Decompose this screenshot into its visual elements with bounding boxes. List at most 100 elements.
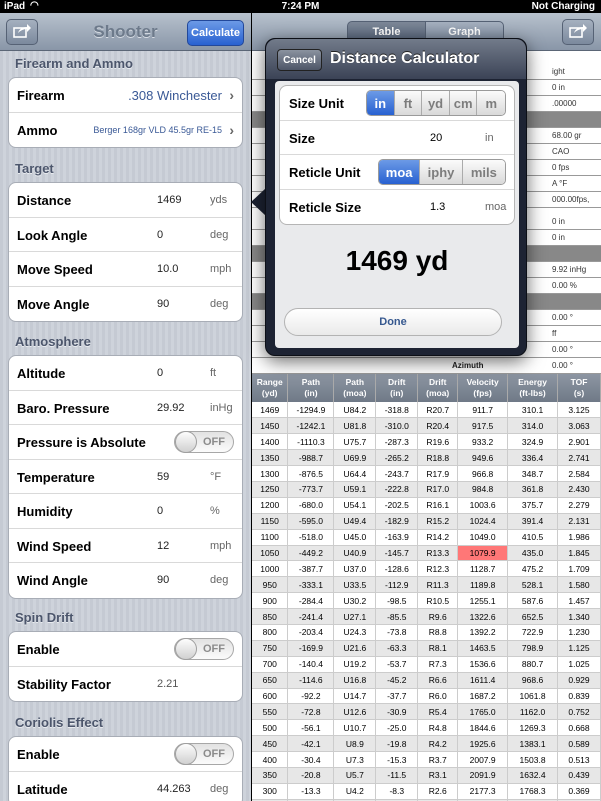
pressure-field[interactable]: 29.92: [157, 402, 185, 414]
table-cell: 1079.9: [457, 545, 509, 562]
absolute-pressure-toggle[interactable]: OFF: [174, 431, 234, 453]
table-row: 900 -284.4 U30.2 -98.5 R10.5 1255.1 587.6 1.457: [252, 592, 601, 610]
table-cell: -1110.3: [287, 433, 335, 451]
summary-value: 0 in: [552, 217, 565, 226]
table-cell: 1768.3: [507, 783, 559, 800]
export-button[interactable]: [562, 19, 594, 45]
look-angle-field[interactable]: 0: [157, 229, 163, 241]
ammo-row[interactable]: Ammo Berger 168gr VLD 45.5gr RE-15 ›: [9, 113, 242, 148]
cancel-button[interactable]: Cancel: [277, 49, 322, 71]
table-cell: R6.0: [417, 688, 459, 705]
spin-drift-toggle[interactable]: OFF: [174, 638, 234, 660]
move-angle-field[interactable]: 90: [157, 298, 169, 310]
left-nav-bar: Shooter Calculate: [0, 13, 251, 51]
section-coriolis-title: Coriolis Effect: [15, 715, 104, 730]
table-cell: -85.5: [375, 608, 419, 625]
table-cell: 2.741: [557, 449, 601, 467]
popover-body: Size Unit in ft yd cm m Size 20 in Retic…: [275, 81, 519, 348]
header-unit: (in): [304, 388, 318, 398]
table-cell: -53.7: [375, 656, 419, 673]
status-bar: iPad ◠ 7:24 PM Not Charging: [0, 0, 601, 13]
distance-result: 1469 yd: [345, 245, 449, 276]
table-cell: 1189.8: [457, 576, 509, 594]
size-field[interactable]: 20: [430, 132, 442, 144]
table-cell: 0.589: [557, 735, 601, 753]
reticle-unit-moa[interactable]: moa: [379, 160, 421, 184]
move-angle-row[interactable]: Move Angle 90 deg: [9, 287, 242, 322]
table-cell: 400: [252, 751, 289, 768]
temperature-field[interactable]: 59: [157, 471, 169, 483]
done-button[interactable]: Done: [284, 308, 502, 336]
table-cell: -42.1: [287, 735, 335, 753]
altitude-field[interactable]: 0: [157, 367, 163, 379]
table-row: 750 -169.9 U21.6 -63.3 R8.1 1463.5 798.9 1.125: [252, 640, 601, 657]
size-unit-cm[interactable]: cm: [449, 91, 478, 115]
look-angle-row[interactable]: Look Angle 0 deg: [9, 218, 242, 252]
reticle-unit-iphy[interactable]: iphy: [420, 160, 463, 184]
humidity-field[interactable]: 0: [157, 505, 163, 517]
table-cell: R13.3: [417, 545, 459, 562]
table-cell: -318.8: [375, 402, 419, 419]
latitude-label: Latitude: [17, 781, 68, 797]
temperature-row[interactable]: Temperature 59 °F: [9, 460, 242, 494]
spin-enable-row: Enable OFF: [9, 632, 242, 667]
stability-row[interactable]: Stability Factor 2.21: [9, 667, 242, 702]
move-speed-field[interactable]: 10.0: [157, 263, 178, 275]
table-cell: -1242.1: [287, 417, 335, 435]
latitude-field[interactable]: 44.263: [157, 783, 191, 795]
wind-angle-label: Wind Angle: [17, 573, 88, 588]
table-cell: R8.1: [417, 640, 459, 657]
table-cell: -63.3: [375, 640, 419, 657]
table-cell: 550: [252, 703, 289, 721]
table-cell: 391.4: [507, 513, 559, 530]
size-unit-ft[interactable]: ft: [394, 91, 423, 115]
popover-header: Cancel Distance Calculator: [266, 39, 526, 79]
table-header-cell: Drift (moa): [417, 374, 459, 402]
reticle-unit-row: Reticle Unit moa iphy mils: [280, 155, 514, 190]
firearm-row[interactable]: Firearm .308 Winchester ›: [9, 78, 242, 113]
table-cell: 984.8: [457, 481, 509, 498]
distance-row[interactable]: Distance 1469 yds: [9, 183, 242, 218]
table-cell: R4.8: [417, 719, 459, 737]
summary-value: A °F: [552, 179, 568, 188]
trajectory-table: Range (yd) Path (in) Path (moa) Drift (in) Drift…: [252, 374, 601, 801]
size-unit-in[interactable]: in: [367, 91, 395, 115]
reticle-unit-mils[interactable]: mils: [462, 160, 505, 184]
wind-speed-row[interactable]: Wind Speed 12 mph: [9, 529, 242, 563]
pressure-row[interactable]: Baro. Pressure 29.92 inHg: [9, 391, 242, 425]
distance-field[interactable]: 1469: [157, 194, 181, 206]
wind-angle-field[interactable]: 90: [157, 574, 169, 586]
move-speed-row[interactable]: Move Speed 10.0 mph: [9, 252, 242, 287]
azimuth-label: Azimuth: [452, 361, 484, 370]
size-row[interactable]: Size 20 in: [280, 121, 514, 155]
calculate-button[interactable]: Calculate: [187, 20, 244, 46]
reticle-size-field[interactable]: 1.3: [430, 201, 445, 213]
coriolis-enable-label: Enable: [17, 747, 60, 762]
table-row: 1450 -1242.1 U81.8 -310.0 R20.4 917.5 314.0 3.0…: [252, 417, 601, 435]
table-cell: U64.4: [333, 465, 377, 482]
table-cell: 336.4: [507, 449, 559, 467]
coriolis-toggle[interactable]: OFF: [174, 743, 234, 765]
header-label: TOF: [570, 377, 588, 387]
table-cell: -203.4: [287, 624, 335, 641]
table-cell: -20.8: [287, 767, 335, 784]
table-cell: U8.9: [333, 735, 377, 753]
wind-angle-row[interactable]: Wind Angle 90 deg: [9, 563, 242, 598]
size-unit-yd[interactable]: yd: [422, 91, 450, 115]
table-cell: 1450: [252, 417, 289, 435]
table-row: 1200 -680.0 U54.1 -202.5 R16.1 1003.6 375.7 2.2…: [252, 497, 601, 514]
humidity-row[interactable]: Humidity 0 %: [9, 494, 242, 529]
coriolis-enable-row: Enable OFF: [9, 737, 242, 772]
table-row: 550 -72.8 U12.6 -30.9 R5.4 1765.0 1162.0 0.752: [252, 703, 601, 721]
size-unit-m[interactable]: m: [477, 91, 505, 115]
table-cell: 3.125: [557, 402, 601, 419]
reticle-size-row[interactable]: Reticle Size 1.3 moa: [280, 190, 514, 225]
table-cell: 1765.0: [457, 703, 509, 721]
wind-speed-field[interactable]: 12: [157, 540, 169, 552]
atmosphere-group: Altitude 0 ft Baro. Pressure 29.92 inHg …: [8, 355, 243, 599]
ammo-value: Berger 168gr VLD 45.5gr RE-15: [93, 124, 222, 135]
table-cell: 528.1: [507, 576, 559, 594]
altitude-row[interactable]: Altitude 0 ft: [9, 356, 242, 391]
table-cell: 949.6: [457, 449, 509, 467]
latitude-row[interactable]: Latitude 44.263 deg: [9, 772, 242, 801]
